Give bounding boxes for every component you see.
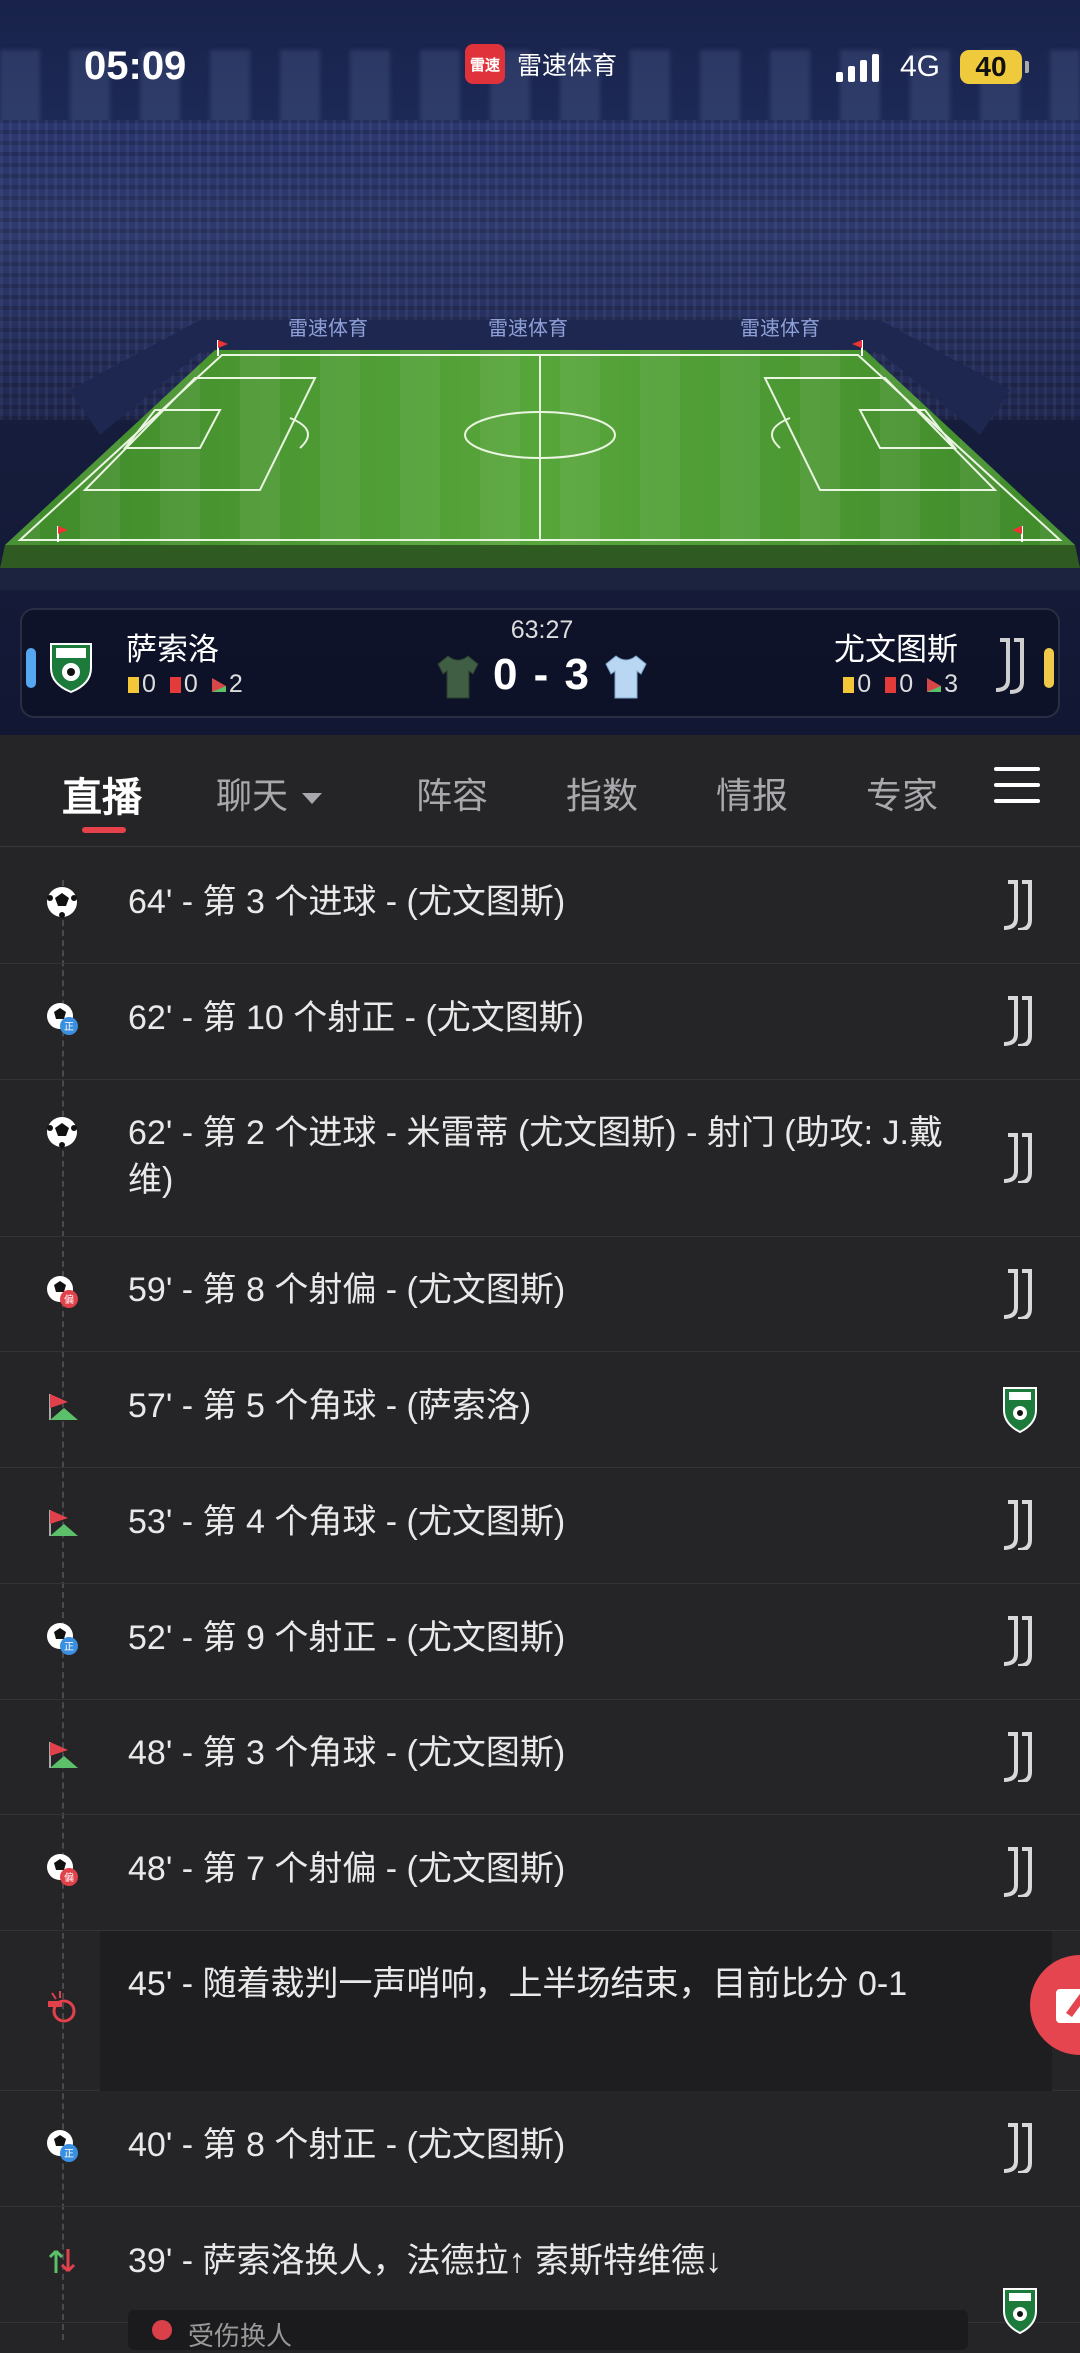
substitution-note: 受伤换人 xyxy=(128,2310,968,2351)
event-text: 59' - 第 8 个射偏 - (尤文图斯) xyxy=(128,1271,566,1309)
corner-flag-icon xyxy=(44,1736,80,1772)
juventus-logo-icon[interactable] xyxy=(1000,1845,1040,1899)
svg-text:正: 正 xyxy=(64,2149,74,2160)
pencil-icon xyxy=(1056,1989,1080,2023)
substitution-note-label: 受伤换人 xyxy=(188,2321,293,2351)
svg-text:正: 正 xyxy=(64,1642,74,1653)
event-row[interactable]: 正 40' - 第 8 个射正 - (尤文图斯) xyxy=(0,2091,1080,2207)
event-row[interactable]: 正 62' - 第 10 个射正 - (尤文图斯) xyxy=(0,964,1080,1080)
event-row[interactable]: 48' - 第 3 个角球 - (尤文图斯) xyxy=(0,1700,1080,1815)
event-text: 53' - 第 4 个角球 - (尤文图斯) xyxy=(128,1502,566,1541)
tab-chat-label: 聊天 xyxy=(216,775,289,816)
event-text: 40' - 第 8 个射正 - (尤文图斯) xyxy=(128,2125,566,2164)
svg-text:偏: 偏 xyxy=(64,1871,74,1884)
away-yellow-cards: 0 xyxy=(843,670,871,699)
event-text: 45' - 随着裁判一声哨响，上半场结束，目前比分 0-1 xyxy=(128,1965,908,2003)
event-text: 57' - 第 5 个角球 - (萨索洛) xyxy=(128,1386,532,1425)
corner-flag-icon xyxy=(44,1388,80,1424)
svg-text:正: 正 xyxy=(64,1022,74,1033)
juventus-logo-icon[interactable] xyxy=(1000,1498,1040,1552)
juventus-logo-icon[interactable] xyxy=(1000,1131,1040,1185)
goal-icon xyxy=(44,1114,80,1150)
halftime-highlight xyxy=(100,1931,1052,2091)
juventus-logo-icon[interactable] xyxy=(1000,1267,1040,1321)
event-row[interactable]: 57' - 第 5 个角球 - (萨索洛) xyxy=(0,1352,1080,1468)
away-team-name[interactable]: 尤文图斯 xyxy=(834,624,958,669)
juventus-logo-icon[interactable] xyxy=(1000,1614,1040,1668)
sponsor-board-right: 雷速体育 xyxy=(740,316,820,340)
tab-chat[interactable]: 聊天 xyxy=(216,767,323,819)
yellow-card-icon xyxy=(843,677,855,694)
event-row[interactable]: 39' - 萨索洛换人，法德拉↑ 索斯特维德↓ xyxy=(0,2207,1080,2335)
app-name: 雷速体育 xyxy=(517,52,618,80)
red-card-icon xyxy=(885,677,897,694)
shot-on-target-icon: 正 xyxy=(44,1620,80,1656)
shot-on-target-icon: 正 xyxy=(44,2127,80,2163)
scoreboard: 萨索洛 0 0 2 63:27 0 - 3 尤文图斯 0 0 3 xyxy=(20,608,1060,718)
whistle-icon xyxy=(44,1989,80,2025)
event-row[interactable]: 45' - 随着裁判一声哨响，上半场结束，目前比分 0-1 xyxy=(0,1931,1080,2091)
injury-icon xyxy=(152,2320,172,2340)
event-text: 39' - 萨索洛换人，法德拉↑ 索斯特维德↓ xyxy=(128,2241,722,2280)
event-text: 48' - 第 7 个射偏 - (尤文图斯) xyxy=(128,1849,566,1888)
event-row[interactable]: 62' - 第 2 个进球 - 米雷蒂 (尤文图斯) - 射门 (助攻: J.戴… xyxy=(0,1080,1080,1237)
live-event-feed: 64' - 第 3 个进球 - (尤文图斯) 正 62' - 第 10 个射正 - … xyxy=(0,848,1080,2335)
event-text: 52' - 第 9 个射正 - (尤文图斯) xyxy=(128,1618,566,1657)
substitution-icon xyxy=(44,2243,80,2279)
tab-lineup[interactable]: 阵容 xyxy=(416,767,488,819)
battery-icon: 40 xyxy=(960,50,1029,84)
away-red-cards: 0 xyxy=(885,670,913,699)
juventus-logo-icon[interactable] xyxy=(1000,2121,1040,2175)
tab-experts[interactable]: 专家 xyxy=(866,767,938,819)
stadium-banner: 雷速体育 雷速体育 雷速体育 05:09 雷速 雷速体育 4G 40 萨索洛 0… xyxy=(0,0,1080,735)
sponsor-board-center: 雷速体育 xyxy=(488,316,568,340)
pitch-illustration: 雷速体育 雷速体育 雷速体育 xyxy=(0,316,1080,590)
event-row[interactable]: 偏 59' - 第 8 个射偏 - (尤文图斯) xyxy=(0,1237,1080,1352)
sassuolo-logo-icon[interactable] xyxy=(1000,2283,1040,2335)
tab-intel[interactable]: 情报 xyxy=(716,767,788,819)
status-bar: 05:09 雷速 雷速体育 4G 40 xyxy=(0,0,1080,135)
event-text: 62' - 第 2 个进球 - 米雷蒂 (尤文图斯) - 射门 (助攻: J.戴… xyxy=(128,1114,943,1199)
juventus-logo-icon[interactable] xyxy=(1000,1730,1040,1784)
event-row[interactable]: 正 52' - 第 9 个射正 - (尤文图斯) xyxy=(0,1584,1080,1700)
shot-off-target-icon: 偏 xyxy=(44,1851,80,1887)
svg-text:偏: 偏 xyxy=(64,1293,74,1306)
away-jersey-icon xyxy=(605,655,647,699)
event-text: 48' - 第 3 个角球 - (尤文图斯) xyxy=(128,1734,566,1772)
event-row[interactable]: 偏 48' - 第 7 个射偏 - (尤文图斯) xyxy=(0,1815,1080,1931)
active-tab-indicator xyxy=(82,827,126,833)
shot-on-target-icon: 正 xyxy=(44,1000,80,1036)
sponsor-board-left: 雷速体育 xyxy=(288,316,368,340)
event-text: 64' - 第 3 个进球 - (尤文图斯) xyxy=(128,882,566,921)
shot-off-target-icon: 偏 xyxy=(44,1273,80,1309)
juventus-logo-icon[interactable] xyxy=(1000,994,1040,1048)
tab-bar: 直播 聊天 阵容 指数 情报 专家 xyxy=(0,735,1080,847)
goal-icon xyxy=(44,884,80,920)
event-row[interactable]: 64' - 第 3 个进球 - (尤文图斯) xyxy=(0,848,1080,964)
app-logo-icon: 雷速 xyxy=(465,44,505,84)
corner-flag-icon xyxy=(927,678,942,693)
corner-flag-icon xyxy=(44,1504,80,1540)
network-type: 4G xyxy=(900,50,941,83)
tab-live[interactable]: 直播 xyxy=(62,765,142,823)
juventus-logo-icon[interactable] xyxy=(992,636,1032,694)
chevron-down-icon xyxy=(302,792,323,804)
away-stats: 0 0 3 xyxy=(843,670,958,699)
juventus-logo-icon[interactable] xyxy=(1000,878,1040,932)
event-text: 62' - 第 10 个射正 - (尤文图斯) xyxy=(128,998,585,1037)
app-badge: 雷速 雷速体育 xyxy=(465,44,617,84)
sassuolo-logo-icon[interactable] xyxy=(1000,1382,1040,1434)
away-corners: 3 xyxy=(927,670,958,699)
clock: 05:09 xyxy=(84,44,187,88)
signal-strength-icon xyxy=(836,52,879,82)
event-row[interactable]: 53' - 第 4 个角球 - (尤文图斯) xyxy=(0,1468,1080,1584)
tab-odds[interactable]: 指数 xyxy=(566,767,638,819)
menu-icon[interactable] xyxy=(994,767,1040,807)
